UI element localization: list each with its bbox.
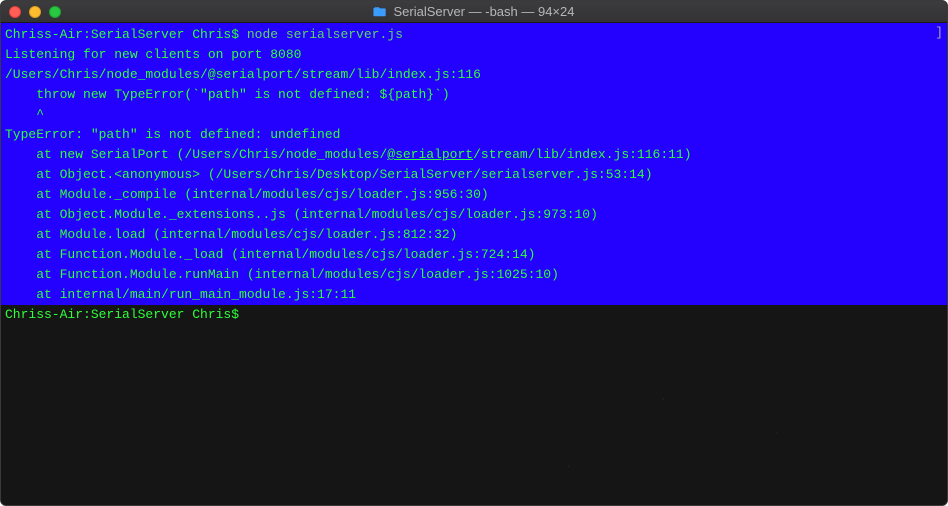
titlebar[interactable]: SerialServer — -bash — 94×24 (1, 1, 947, 23)
prompt-text: Chriss-Air:SerialServer Chris$ (5, 307, 247, 322)
stack-line: at Object.Module._extensions..js (intern… (1, 205, 947, 225)
command-text: node serialserver.js (247, 27, 403, 42)
minimize-icon[interactable] (29, 6, 41, 18)
prompt-line-1: Chriss-Air:SerialServer Chris$ node seri… (1, 25, 947, 45)
zoom-icon[interactable] (49, 6, 61, 18)
output-line: /Users/Chris/node_modules/@serialport/st… (1, 65, 947, 85)
close-icon[interactable] (9, 6, 21, 18)
stack-line: at Object.<anonymous> (/Users/Chris/Desk… (1, 165, 947, 185)
error-heading: TypeError: "path" is not defined: undefi… (1, 125, 947, 145)
output-block: Chriss-Air:SerialServer Chris$ node seri… (1, 23, 947, 305)
window-title: SerialServer — -bash — 94×24 (1, 4, 947, 19)
traffic-lights (9, 6, 61, 18)
window-title-text: SerialServer — -bash — 94×24 (393, 4, 574, 19)
stack-line: at Module._compile (internal/modules/cjs… (1, 185, 947, 205)
output-line: ^ (1, 105, 947, 125)
terminal-window: SerialServer — -bash — 94×24 ] Chriss-Ai… (0, 0, 948, 506)
serialport-link[interactable]: @serialport (387, 147, 473, 162)
stack-line: at internal/main/run_main_module.js:17:1… (1, 285, 360, 305)
stack-line: at Function.Module._load (internal/modul… (1, 245, 947, 265)
stack-line: at Module.load (internal/modules/cjs/loa… (1, 225, 947, 245)
output-line: throw new TypeError(`"path" is not defin… (1, 85, 947, 105)
folder-icon (373, 5, 387, 19)
terminal-body[interactable]: ] Chriss-Air:SerialServer Chris$ node se… (1, 23, 947, 505)
prompt-line-2[interactable]: Chriss-Air:SerialServer Chris$ (1, 305, 947, 325)
cursor-icon (247, 305, 250, 325)
stack-line: at Function.Module.runMain (internal/mod… (1, 265, 947, 285)
stack-line: at new SerialPort (/Users/Chris/node_mod… (1, 145, 947, 165)
output-line: Listening for new clients on port 8080 (1, 45, 947, 65)
prompt-text: Chriss-Air:SerialServer Chris$ (5, 27, 247, 42)
right-bracket: ] (935, 25, 943, 40)
